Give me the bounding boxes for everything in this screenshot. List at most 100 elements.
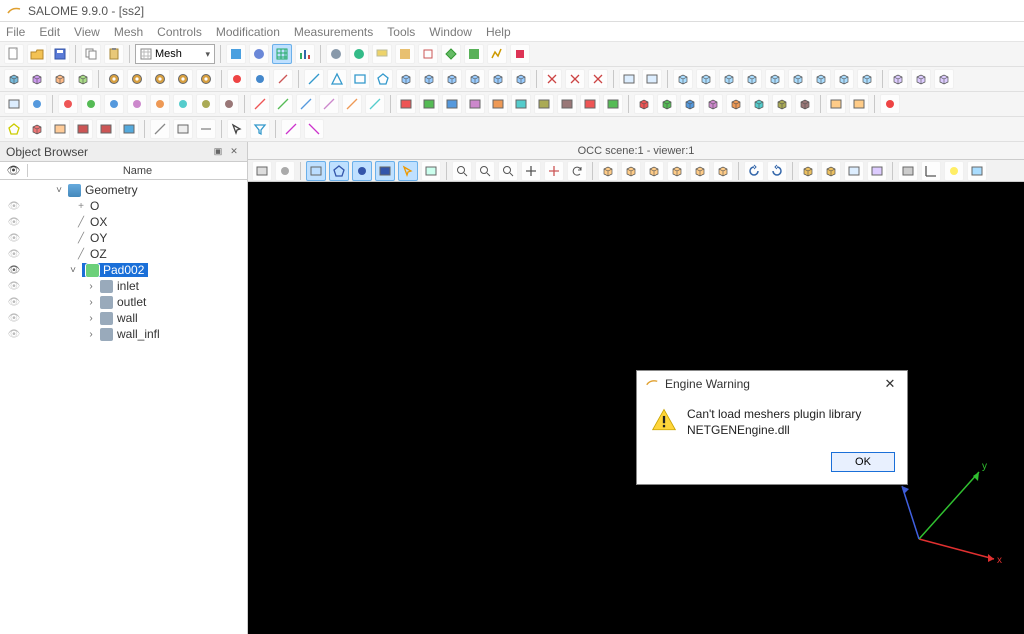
ctrl-face-6-icon[interactable]: [534, 94, 554, 114]
pyr-icon[interactable]: [465, 69, 485, 89]
eye-icon[interactable]: 👁: [0, 233, 28, 244]
ctrl-face-8-icon[interactable]: [580, 94, 600, 114]
eye-icon[interactable]: 👁: [0, 249, 28, 260]
module-selector[interactable]: Mesh: [135, 44, 215, 64]
rm-node-icon[interactable]: [542, 69, 562, 89]
eye-icon[interactable]: 👁: [0, 217, 28, 228]
offset-icon[interactable]: [765, 69, 785, 89]
meas-min-icon[interactable]: [196, 119, 216, 139]
hexp-icon[interactable]: [488, 69, 508, 89]
poly3d-icon[interactable]: [511, 69, 531, 89]
tree-node-wall-infl[interactable]: 👁 › wall_infl: [0, 326, 247, 342]
tree-node-oy[interactable]: 👁 ╱ OY: [0, 230, 247, 246]
bottom-icon[interactable]: [667, 161, 687, 181]
menu-view[interactable]: View: [74, 25, 100, 39]
tree-node-o[interactable]: 👁 + O: [0, 198, 247, 214]
group-create-icon[interactable]: [4, 119, 24, 139]
menu-tools[interactable]: Tools: [387, 25, 415, 39]
node-icon[interactable]: [227, 69, 247, 89]
ctrl-node-7-icon[interactable]: [219, 94, 239, 114]
module-misc9-icon[interactable]: [510, 44, 530, 64]
eye-icon[interactable]: 👁: [0, 329, 28, 340]
hypo1-icon[interactable]: [104, 69, 124, 89]
fit-area-icon[interactable]: [475, 161, 495, 181]
mesh-edit-icon[interactable]: [27, 69, 47, 89]
prism-icon[interactable]: [442, 69, 462, 89]
sew-icon[interactable]: [788, 69, 808, 89]
menu-measurements[interactable]: Measurements: [294, 25, 373, 39]
ctrl-face-0-icon[interactable]: [396, 94, 416, 114]
light-icon[interactable]: [944, 161, 964, 181]
front-icon[interactable]: [598, 161, 618, 181]
meas-len-icon[interactable]: [150, 119, 170, 139]
renum-e-icon[interactable]: [642, 69, 662, 89]
panel-float-icon[interactable]: ▣: [211, 145, 225, 159]
ctrl-face-9-icon[interactable]: [603, 94, 623, 114]
paste-icon[interactable]: [104, 44, 124, 64]
ok-button[interactable]: OK: [831, 452, 895, 472]
eye-icon[interactable]: 👁: [0, 265, 28, 276]
open-icon[interactable]: [27, 44, 47, 64]
ctrl-vol-2-icon[interactable]: [680, 94, 700, 114]
ctrl-edge-5-icon[interactable]: [365, 94, 385, 114]
menu-edit[interactable]: Edit: [39, 25, 60, 39]
menu-mesh[interactable]: Mesh: [114, 25, 143, 39]
ctrl-edge-2-icon[interactable]: [296, 94, 316, 114]
expand-icon[interactable]: ›: [86, 329, 96, 340]
dump-icon[interactable]: [252, 161, 272, 181]
edge0d-icon[interactable]: [273, 69, 293, 89]
sym-icon[interactable]: [719, 69, 739, 89]
arrow2-icon[interactable]: [304, 119, 324, 139]
quad-icon[interactable]: [350, 69, 370, 89]
renum-n-icon[interactable]: [619, 69, 639, 89]
expand-icon[interactable]: ˅: [54, 185, 64, 196]
sel-cursor-icon[interactable]: [398, 161, 418, 181]
menu-file[interactable]: File: [6, 25, 25, 39]
meas-bnd-icon[interactable]: [173, 119, 193, 139]
sel-point-icon[interactable]: [375, 161, 395, 181]
module-mesh-icon[interactable]: [272, 44, 292, 64]
pan-icon[interactable]: [521, 161, 541, 181]
back-icon[interactable]: [621, 161, 641, 181]
eye-icon[interactable]: 👁: [0, 313, 28, 324]
tree-node-geometry[interactable]: ˅ Geometry: [0, 182, 247, 198]
ctrl-edge-3-icon[interactable]: [319, 94, 339, 114]
rot-icon[interactable]: [696, 69, 716, 89]
find-icon[interactable]: [27, 94, 47, 114]
hypo4-icon[interactable]: [173, 69, 193, 89]
mesh-create-icon[interactable]: [4, 69, 24, 89]
eye-icon[interactable]: 👁: [0, 281, 28, 292]
menu-modification[interactable]: Modification: [216, 25, 280, 39]
ctrl-face-5-icon[interactable]: [511, 94, 531, 114]
poly-icon[interactable]: [373, 69, 393, 89]
dialog-titlebar[interactable]: Engine Warning ✕: [637, 371, 907, 397]
module-misc6-icon[interactable]: [441, 44, 461, 64]
bnd-icon[interactable]: [826, 94, 846, 114]
anticw-icon[interactable]: [744, 161, 764, 181]
hex-icon[interactable]: [419, 69, 439, 89]
ctrl-vol-0-icon[interactable]: [634, 94, 654, 114]
ctrl-node-5-icon[interactable]: [173, 94, 193, 114]
save-icon[interactable]: [50, 44, 70, 64]
ctrl-edge-4-icon[interactable]: [342, 94, 362, 114]
ctrl-node-4-icon[interactable]: [150, 94, 170, 114]
interaction-icon[interactable]: [275, 161, 295, 181]
ortho-icon[interactable]: [798, 161, 818, 181]
fit-all-icon[interactable]: [452, 161, 472, 181]
mesh-compute-icon[interactable]: [50, 69, 70, 89]
ctrl-vol-1-icon[interactable]: [657, 94, 677, 114]
ctrl-node-2-icon[interactable]: [104, 94, 124, 114]
sel-poly-icon[interactable]: [329, 161, 349, 181]
ctrl-vol-4-icon[interactable]: [726, 94, 746, 114]
expand-icon[interactable]: ›: [86, 281, 96, 292]
menu-help[interactable]: Help: [486, 25, 511, 39]
rm-elem-icon[interactable]: [565, 69, 585, 89]
path-icon[interactable]: [934, 69, 954, 89]
tri-icon[interactable]: [327, 69, 347, 89]
ctrl-node-6-icon[interactable]: [196, 94, 216, 114]
ctrl-node-3-icon[interactable]: [127, 94, 147, 114]
hypo3-icon[interactable]: [150, 69, 170, 89]
viewport-tab[interactable]: OCC scene:1 - viewer:1: [248, 142, 1024, 160]
group-edit-icon[interactable]: [27, 119, 47, 139]
bare-icon[interactable]: [849, 94, 869, 114]
